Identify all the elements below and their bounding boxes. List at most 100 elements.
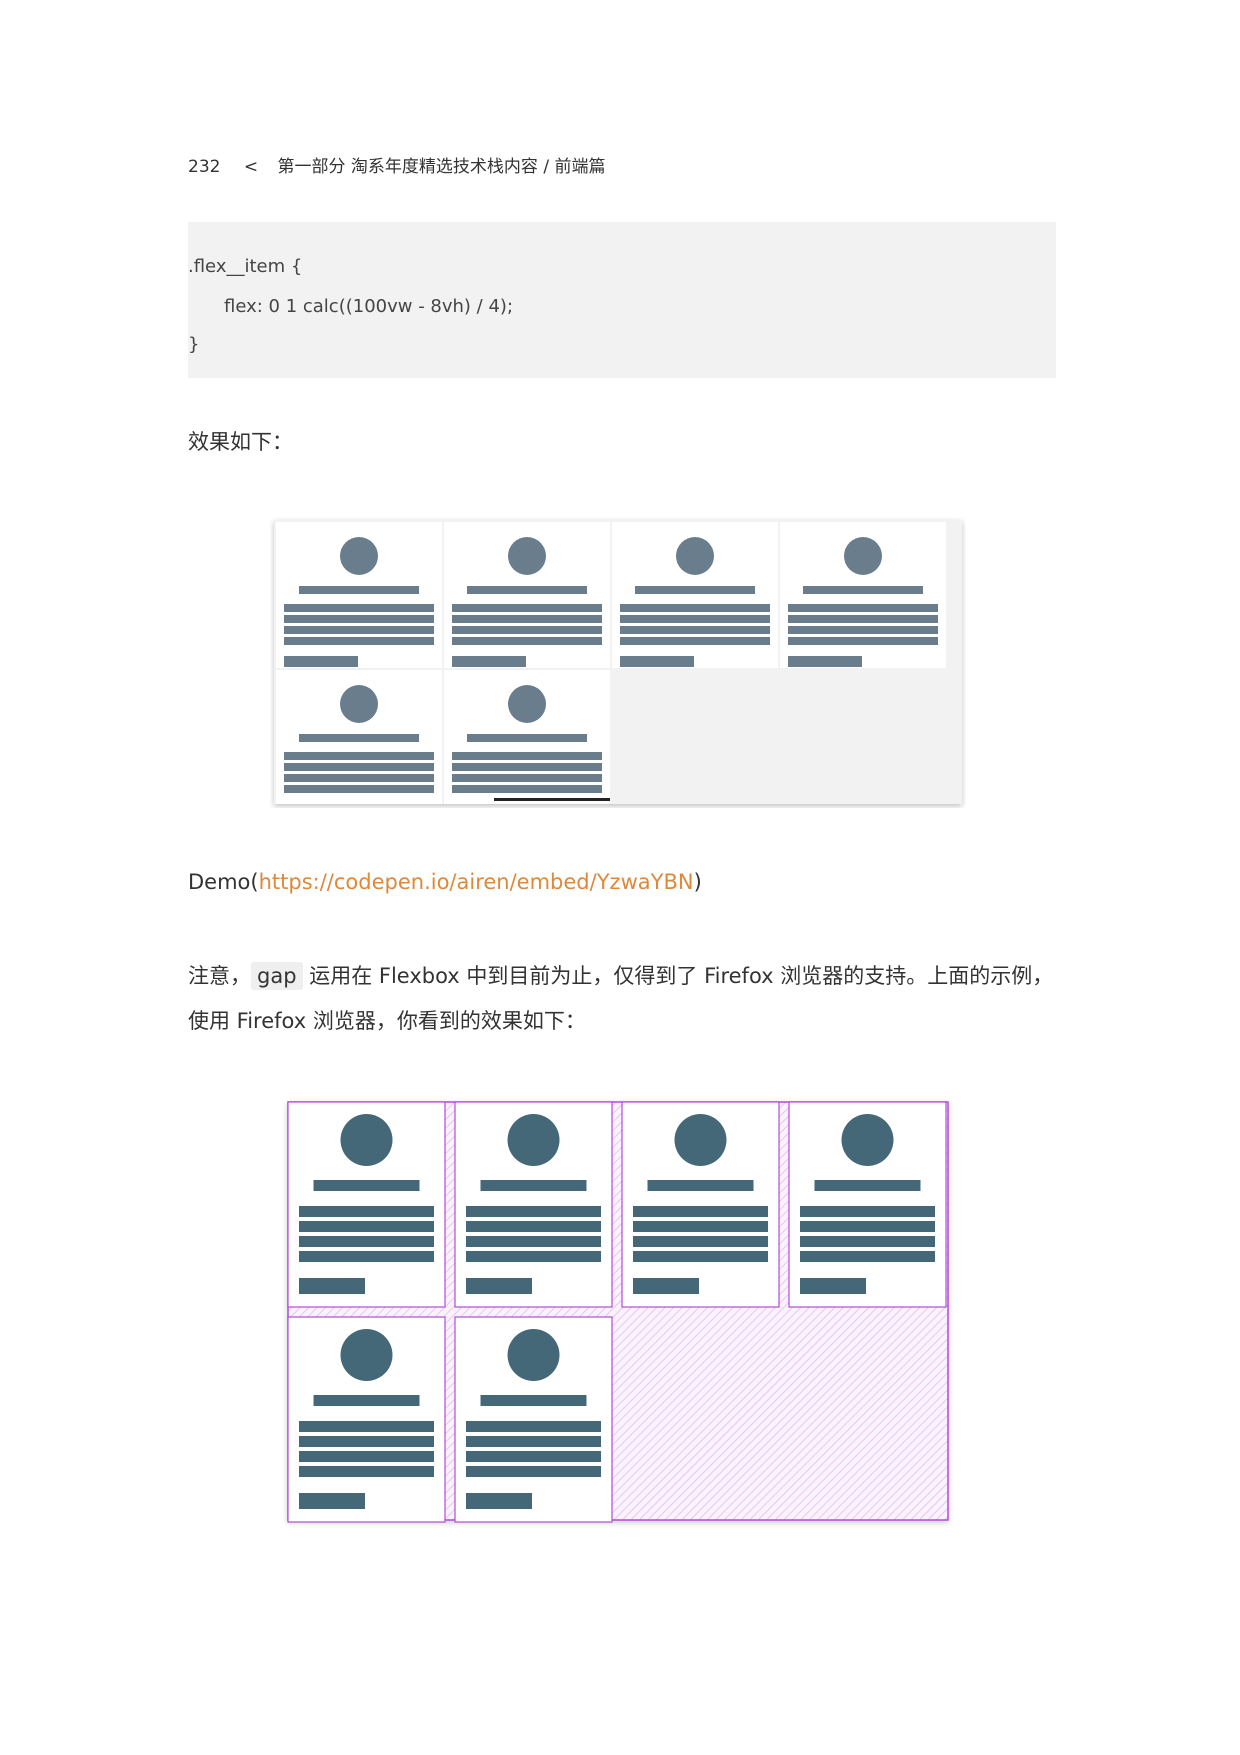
button-bar: [466, 1493, 532, 1509]
card-f2-3: [788, 1101, 947, 1308]
title-bar: [313, 1180, 420, 1191]
text-line-bar: [299, 1466, 434, 1477]
page-number: 232: [188, 157, 221, 177]
card-f2-1: [454, 1101, 613, 1308]
page-header: 232 < 第一部分 淘系年度精选技术栈内容 / 前端篇: [188, 152, 605, 177]
button-bar: [299, 1278, 365, 1294]
text-line-bar: [466, 1206, 601, 1217]
text-line-bar: [466, 1436, 601, 1447]
text-line-bar: [299, 1206, 434, 1217]
text-line-bar: [299, 1421, 434, 1432]
text-line-bar: [284, 785, 434, 793]
button-bar: [284, 656, 358, 667]
text-line-bar: [452, 615, 602, 623]
button-bar: [633, 1278, 699, 1294]
code-line-1: .flex__item {: [188, 256, 303, 277]
button-bar: [466, 1278, 532, 1294]
title-bar: [647, 1180, 754, 1191]
demo-suffix: ): [693, 870, 702, 894]
text-line-bar: [284, 604, 434, 612]
avatar-placeholder: [507, 1114, 560, 1166]
code-block: .flex__item { flex: 0 1 calc((100vw - 8v…: [188, 222, 1056, 378]
button-bar: [299, 1493, 365, 1509]
figure1-scrollbar: [494, 798, 610, 801]
code-line-2: flex: 0 1 calc((100vw - 8vh) / 4);: [224, 296, 514, 317]
avatar-placeholder: [844, 537, 882, 575]
demo-prefix: Demo(: [188, 870, 259, 894]
text-line-bar: [633, 1221, 768, 1232]
text-line-bar: [466, 1236, 601, 1247]
text-line-bar: [633, 1206, 768, 1217]
gap-inline-code: gap: [251, 962, 303, 990]
figure-flex-with-gap: [287, 1101, 949, 1523]
text-line-bar: [284, 615, 434, 623]
text-line-bar: [620, 615, 770, 623]
text-line-bar: [452, 752, 602, 760]
text-line-bar: [466, 1221, 601, 1232]
text-line-bar: [466, 1451, 601, 1462]
card-f1-1: [444, 522, 610, 668]
text-line-bar: [452, 774, 602, 782]
title-bar: [299, 586, 419, 594]
avatar-placeholder: [340, 1329, 393, 1381]
avatar-placeholder: [340, 537, 378, 575]
text-line-bar: [788, 626, 938, 634]
avatar-placeholder: [676, 537, 714, 575]
title-bar: [299, 734, 419, 742]
text-line-bar: [620, 626, 770, 634]
text-line-bar: [284, 637, 434, 645]
text-line-bar: [633, 1251, 768, 1262]
result-intro: 效果如下：: [188, 430, 293, 454]
title-bar: [635, 586, 755, 594]
avatar-placeholder: [841, 1114, 894, 1166]
figure-flex-no-gap: [274, 520, 962, 808]
text-line-bar: [800, 1236, 935, 1247]
title-bar: [803, 586, 923, 594]
text-line-bar: [452, 763, 602, 771]
text-line-bar: [788, 637, 938, 645]
text-line-bar: [299, 1436, 434, 1447]
button-bar: [452, 656, 526, 667]
text-line-bar: [620, 637, 770, 645]
avatar-placeholder: [507, 1329, 560, 1381]
text-line-bar: [299, 1236, 434, 1247]
text-line-bar: [284, 752, 434, 760]
card-f2-5: [454, 1316, 613, 1523]
text-line-bar: [466, 1251, 601, 1262]
avatar-placeholder: [508, 685, 546, 723]
text-line-bar: [466, 1421, 601, 1432]
avatar-placeholder: [340, 685, 378, 723]
button-bar: [620, 656, 694, 667]
text-line-bar: [633, 1236, 768, 1247]
button-bar: [284, 804, 358, 808]
title-bar: [467, 734, 587, 742]
note-line-2: 使用 Firefox 浏览器，你看到的效果如下：: [188, 1009, 586, 1033]
button-bar: [452, 804, 526, 808]
text-line-bar: [800, 1251, 935, 1262]
card-f1-4: [276, 670, 442, 808]
card-f2-0: [287, 1101, 446, 1308]
card-f1-3: [780, 522, 946, 668]
button-bar: [788, 656, 862, 667]
card-f2-4: [287, 1316, 446, 1523]
code-line-3: }: [188, 334, 200, 355]
header-separator: <: [243, 157, 259, 177]
card-f1-2: [612, 522, 778, 668]
text-line-bar: [452, 785, 602, 793]
text-line-bar: [299, 1251, 434, 1262]
text-line-bar: [299, 1451, 434, 1462]
card-f1-0: [276, 522, 442, 668]
avatar-placeholder: [508, 537, 546, 575]
text-line-bar: [620, 604, 770, 612]
avatar-placeholder: [674, 1114, 727, 1166]
section-title: 第一部分 淘系年度精选技术栈内容 / 前端篇: [277, 157, 606, 177]
text-line-bar: [800, 1206, 935, 1217]
demo-url-link[interactable]: https://codepen.io/airen/embed/YzwaYBN: [259, 870, 694, 894]
text-line-bar: [284, 763, 434, 771]
text-line-bar: [452, 637, 602, 645]
note-line-1: 注意， gap 运用在 Flexbox 中到目前为止，仅得到了 Firefox 浏…: [188, 960, 1053, 990]
card-f2-2: [621, 1101, 780, 1308]
button-bar: [800, 1278, 866, 1294]
title-bar: [313, 1395, 420, 1406]
note-prefix: 注意，: [188, 964, 251, 988]
